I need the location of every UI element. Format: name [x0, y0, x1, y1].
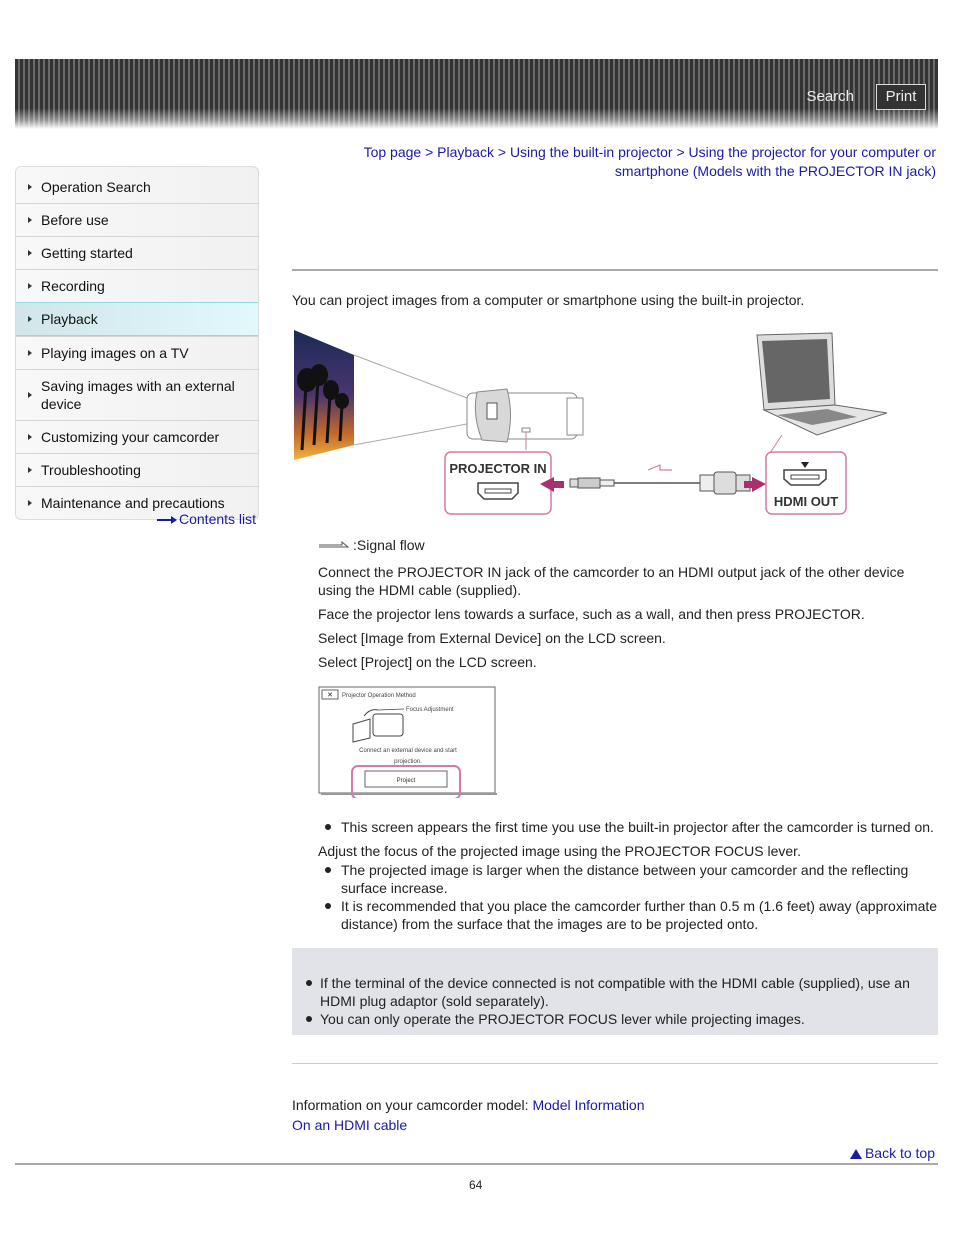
related-info: Information on your camcorder model: Mod… [292, 1095, 645, 1135]
arrow-right-icon [157, 516, 177, 525]
connection-diagram: PROJECTOR IN HDMI OUT [294, 330, 888, 515]
back-to-top-label: Back to top [864, 1145, 935, 1161]
sidebar-item-label: Saving images with an external device [41, 378, 235, 412]
contents-list-label: Contents list [179, 511, 257, 527]
projector-in-callout: PROJECTOR IN [444, 451, 552, 515]
sidebar-item-operation-search[interactable]: Operation Search [16, 167, 258, 203]
model-information-link[interactable]: Model Information [532, 1097, 644, 1113]
signal-flow-icon [319, 541, 350, 548]
sidebar-item-label: Operation Search [41, 179, 151, 195]
breadcrumb: Top page > Playback > Using the built-in… [292, 143, 936, 181]
laptop-illustration [756, 332, 888, 454]
lcd-title: Projector Operation Method [342, 693, 416, 699]
lcd-screen-illustration: ✕ Projector Operation Method Focus Adjus… [318, 686, 497, 798]
hdmi-out-callout: HDMI OUT [765, 451, 847, 515]
hdmi-cable-link[interactable]: On an HDMI cable [292, 1117, 407, 1133]
sidebar-item-label: Before use [41, 212, 109, 228]
breadcrumb-separator: > [421, 144, 438, 160]
title-divider [292, 269, 938, 271]
triangle-right-icon [28, 184, 32, 190]
breadcrumb-separator: > [493, 144, 510, 160]
note-item: If the terminal of the device connected … [297, 974, 927, 1010]
contents-list-link[interactable]: Contents list [157, 511, 256, 527]
step-notes: This screen appears the first time you u… [318, 818, 940, 933]
triangle-right-icon [28, 434, 32, 440]
triangle-right-icon [28, 250, 32, 256]
signal-flow-label: :Signal flow [353, 537, 425, 553]
triangle-right-icon [28, 392, 32, 398]
step-5: Adjust the focus of the projected image … [318, 843, 801, 859]
step-2: Face the projector lens towards a surfac… [318, 606, 865, 622]
sidebar-item-label: Customizing your camcorder [41, 429, 220, 445]
step-4-note: This screen appears the first time you u… [318, 818, 940, 836]
sidebar-nav: Operation Search Before use Getting star… [15, 166, 259, 520]
step-3: Select [Image from External Device] on t… [318, 630, 666, 646]
projected-image [294, 330, 354, 460]
search-link[interactable]: Search [806, 88, 854, 105]
model-info-prefix: Information on your camcorder model: [292, 1097, 533, 1113]
sidebar-item-playing-on-tv[interactable]: Playing images on a TV [16, 336, 258, 369]
sidebar-item-label: Playback [41, 311, 98, 327]
step-5-note-2: It is recommended that you place the cam… [318, 897, 940, 933]
sidebar-item-label: Getting started [41, 245, 133, 261]
sidebar-item-label: Maintenance and precautions [41, 495, 225, 511]
sidebar-item-customizing[interactable]: Customizing your camcorder [16, 420, 258, 453]
note-item: You can only operate the PROJECTOR FOCUS… [297, 1010, 927, 1028]
triangle-right-icon [28, 350, 32, 356]
intro-text: You can project images from a computer o… [292, 292, 805, 308]
sidebar-item-before-use[interactable]: Before use [16, 203, 258, 236]
breadcrumb-playback[interactable]: Playback [437, 144, 494, 160]
step-4: Select [Project] on the LCD screen. [318, 654, 537, 670]
lcd-project-button: Project [397, 778, 416, 784]
hdmi-out-label: HDMI OUT [774, 494, 838, 509]
lcd-focus-label: Focus Adjustment [406, 707, 454, 713]
close-icon: ✕ [327, 692, 333, 699]
footer-divider [15, 1163, 938, 1165]
sidebar-item-troubleshooting[interactable]: Troubleshooting [16, 453, 258, 486]
sidebar-item-getting-started[interactable]: Getting started [16, 236, 258, 269]
back-to-top-link[interactable]: Back to top [849, 1145, 935, 1161]
header-bar: Search Print [15, 59, 938, 129]
projector-in-label: PROJECTOR IN [449, 461, 546, 476]
breadcrumb-built-in-projector[interactable]: Using the built-in projector [510, 144, 673, 160]
print-button[interactable]: Print [876, 84, 926, 110]
sidebar-item-label: Recording [41, 278, 105, 294]
triangle-right-icon [28, 467, 32, 473]
triangle-right-icon [28, 500, 32, 506]
sidebar-item-saving-images[interactable]: Saving images with an external device [16, 369, 258, 420]
page-number: 64 [469, 1178, 483, 1192]
triangle-right-icon [28, 283, 32, 289]
camcorder-illustration [466, 388, 584, 450]
sidebar-item-recording[interactable]: Recording [16, 269, 258, 302]
triangle-right-icon [28, 316, 32, 322]
sidebar-item-label: Troubleshooting [41, 462, 141, 478]
steps-section: :Signal flow Connect the PROJECTOR IN ja… [318, 536, 938, 671]
breadcrumb-separator: > [672, 144, 689, 160]
lcd-message-2: projection. [394, 759, 422, 765]
triangle-right-icon [28, 217, 32, 223]
step-1: Connect the PROJECTOR IN jack of the cam… [318, 564, 905, 598]
notes-box: If the terminal of the device connected … [292, 948, 938, 1035]
hdmi-cable [569, 464, 751, 495]
triangle-up-icon [849, 1149, 862, 1159]
step-5-note-1: The projected image is larger when the d… [318, 861, 940, 897]
breadcrumb-top-page[interactable]: Top page [364, 144, 422, 160]
section-divider [292, 1063, 938, 1064]
lcd-message-1: Connect an external device and start [359, 748, 457, 754]
sidebar-item-playback[interactable]: Playback [16, 302, 258, 336]
sidebar-item-label: Playing images on a TV [41, 345, 189, 361]
